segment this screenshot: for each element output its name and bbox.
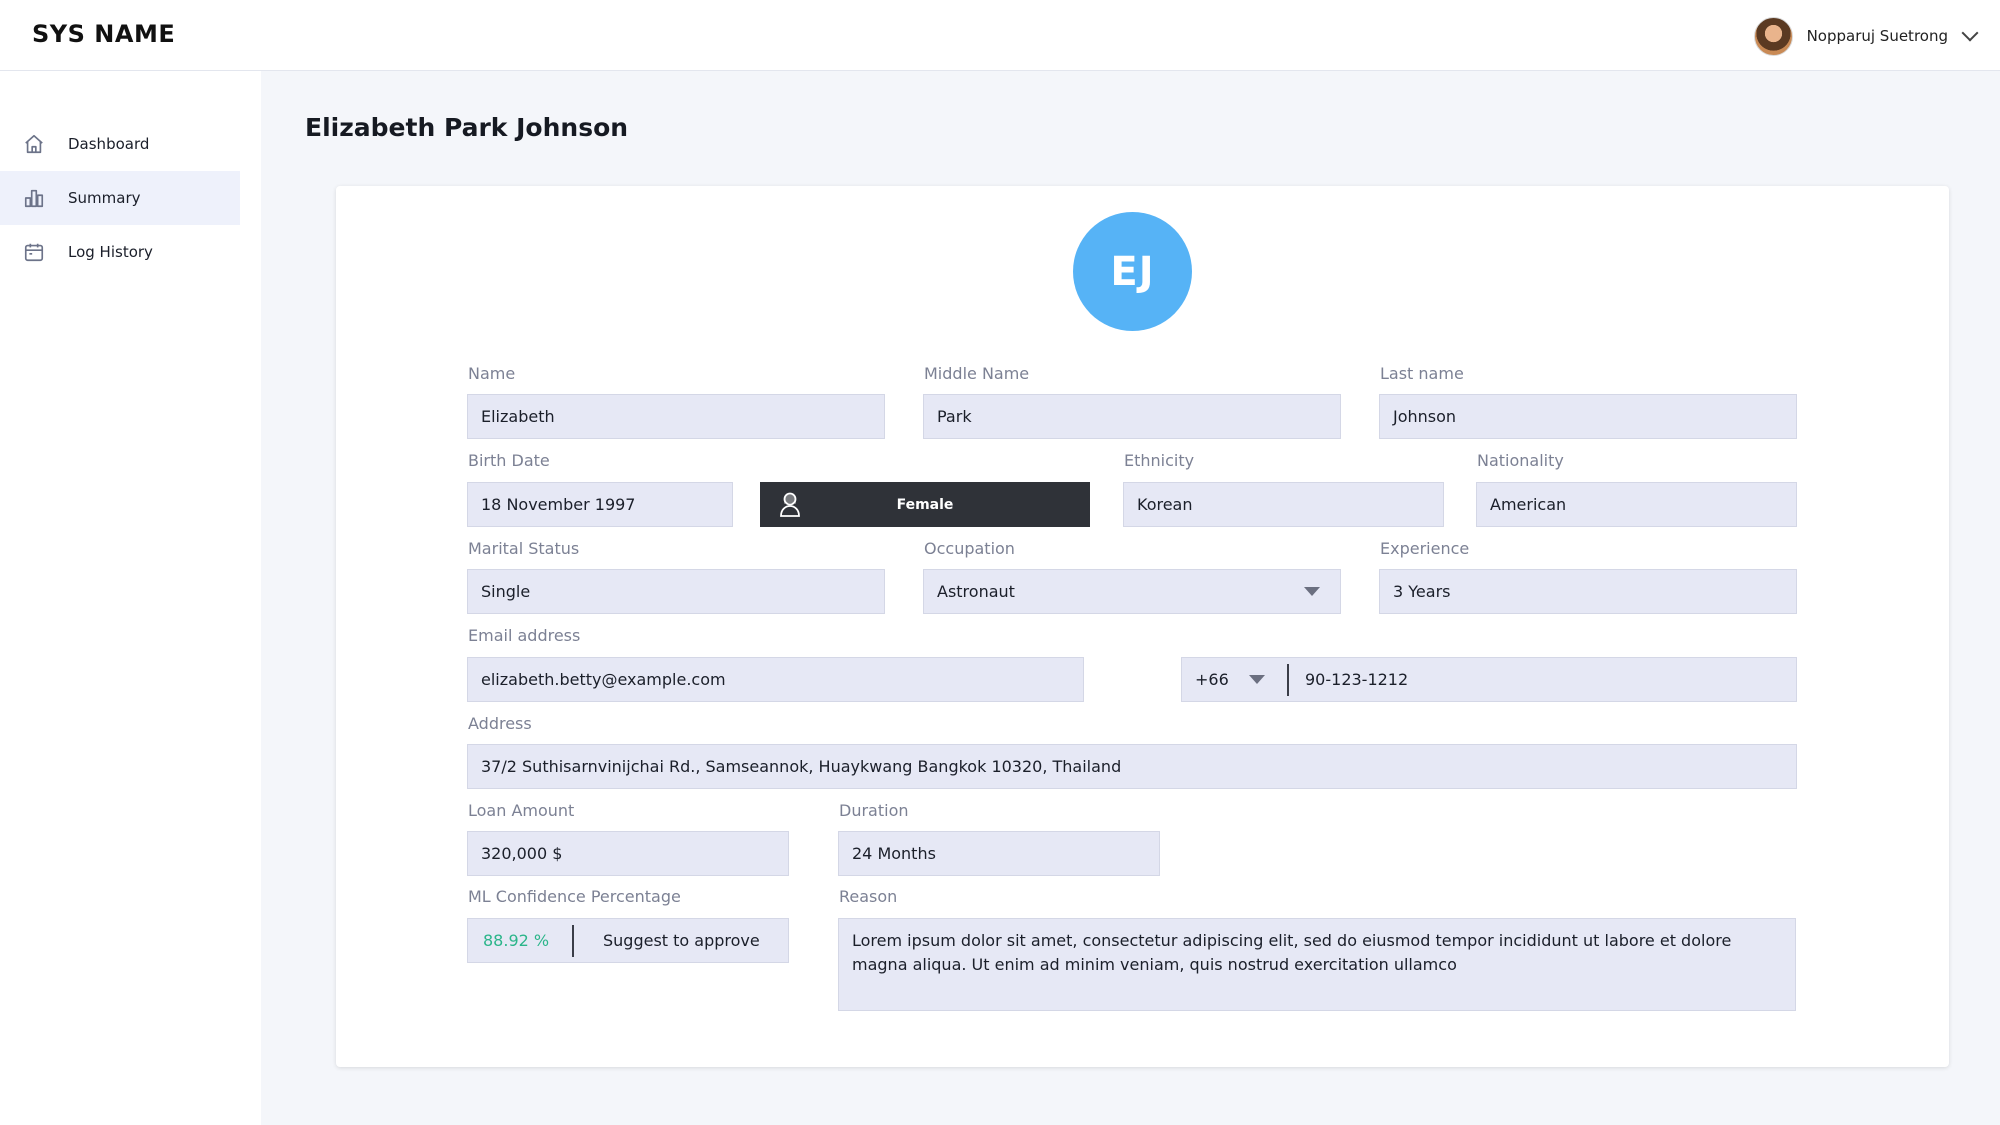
last-name-field[interactable]: Johnson <box>1379 394 1797 439</box>
sidebar-item-dashboard[interactable]: Dashboard <box>0 117 240 171</box>
chevron-down-icon <box>1961 24 1979 42</box>
middle-name-field[interactable]: Park <box>923 394 1341 439</box>
nationality-field[interactable]: American <box>1476 482 1797 527</box>
reason-label: Reason <box>839 887 898 906</box>
last-name-label: Last name <box>1380 364 1464 383</box>
ml-confidence-label: ML Confidence Percentage <box>468 887 681 906</box>
sidebar-item-summary[interactable]: Summary <box>0 171 240 225</box>
bar-chart-icon <box>22 186 46 210</box>
occupation-value: Astronaut <box>937 582 1015 601</box>
experience-field[interactable]: 3 Years <box>1379 569 1797 614</box>
name-label: Name <box>468 364 516 383</box>
app-title: SYS NAME <box>32 20 176 48</box>
sidebar: Dashboard Summary Log History <box>0 71 261 1125</box>
ethnicity-label: Ethnicity <box>1124 451 1195 470</box>
marital-status-field[interactable]: Single <box>467 569 885 614</box>
loan-amount-label: Loan Amount <box>468 801 575 820</box>
duration-label: Duration <box>839 801 909 820</box>
occupation-select[interactable]: Astronaut <box>923 569 1341 614</box>
nationality-label: Nationality <box>1477 451 1564 470</box>
email-label: Email address <box>468 626 581 645</box>
initials-avatar: EJ <box>1073 212 1192 331</box>
caret-down-icon <box>1304 587 1320 596</box>
user-name: Nopparuj Suetrong <box>1806 27 1948 45</box>
birth-date-field[interactable]: 18 November 1997 <box>467 482 733 527</box>
reason-textarea[interactable]: Lorem ipsum dolor sit amet, consectetur … <box>838 918 1796 1011</box>
phone-number: 90-123-1212 <box>1305 670 1409 689</box>
top-bar: SYS NAME Nopparuj Suetrong <box>0 0 2000 71</box>
sidebar-item-log-history[interactable]: Log History <box>0 225 240 279</box>
country-code-select[interactable]: +66 <box>1182 658 1287 701</box>
occupation-label: Occupation <box>924 539 1015 558</box>
sidebar-item-label: Log History <box>68 243 153 261</box>
gender-label: Female <box>896 496 954 513</box>
ml-confidence-value: 88.92 % <box>483 931 550 950</box>
loan-amount-field[interactable]: 320,000 $ <box>467 831 789 876</box>
sidebar-item-label: Dashboard <box>68 135 150 153</box>
middle-name-label: Middle Name <box>924 364 1030 383</box>
address-label: Address <box>468 714 532 733</box>
address-field[interactable]: 37/2 Suthisarnvinijchai Rd., Samseannok,… <box>467 744 1797 789</box>
page-title: Elizabeth Park Johnson <box>305 113 629 142</box>
birth-date-label: Birth Date <box>468 451 550 470</box>
home-icon <box>22 132 46 156</box>
name-field[interactable]: Elizabeth <box>467 394 885 439</box>
gender-toggle[interactable]: Female <box>760 482 1090 527</box>
female-icon <box>780 492 800 517</box>
ml-confidence-field: 88.92 % Suggest to approve <box>467 918 789 963</box>
ml-suggestion: Suggest to approve <box>603 931 760 950</box>
ethnicity-field[interactable]: Korean <box>1123 482 1444 527</box>
sidebar-item-label: Summary <box>68 189 141 207</box>
avatar <box>1753 16 1793 56</box>
calendar-icon <box>22 240 46 264</box>
user-menu[interactable]: Nopparuj Suetrong <box>1753 16 1979 56</box>
duration-field[interactable]: 24 Months <box>838 831 1160 876</box>
caret-down-icon <box>1248 675 1265 684</box>
country-code-value: +66 <box>1195 670 1229 689</box>
experience-label: Experience <box>1380 539 1470 558</box>
email-field[interactable]: elizabeth.betty@example.com <box>467 657 1084 702</box>
phone-field[interactable]: +66 90-123-1212 <box>1181 657 1797 702</box>
marital-status-label: Marital Status <box>468 539 580 558</box>
